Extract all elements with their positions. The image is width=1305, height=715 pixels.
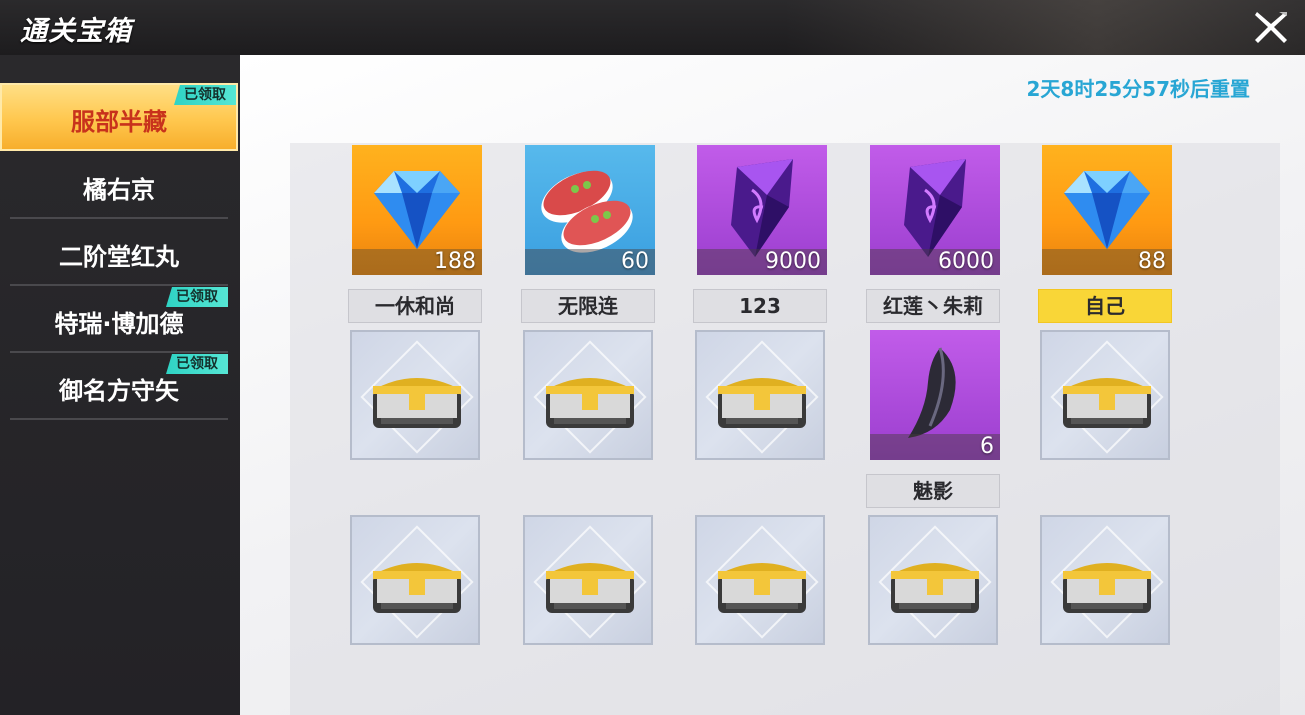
boss-list-sidebar: 服部半藏 已领取 橘右京 二阶堂红丸 特瑞·博加德 已领取 御名方守矢 已领取: [0, 55, 240, 715]
header-decoration: [785, 0, 1305, 55]
treasure-chest[interactable]: [868, 515, 998, 645]
close-button[interactable]: [1251, 8, 1291, 46]
reward-card[interactable]: 188: [352, 145, 482, 275]
chest-icon: [546, 378, 634, 428]
chest-icon: [718, 563, 806, 613]
chest-icon: [546, 563, 634, 613]
treasure-chest[interactable]: [695, 330, 825, 460]
reward-card[interactable]: 6000: [870, 145, 1000, 275]
reward-card[interactable]: 9000: [697, 145, 827, 275]
sidebar-item-label: 橘右京: [83, 176, 155, 204]
reward-quantity: 6000: [938, 249, 994, 274]
treasure-chest[interactable]: [695, 515, 825, 645]
sidebar-item-label: 御名方守矢: [59, 377, 179, 405]
chest-icon: [373, 563, 461, 613]
player-name: 魅影: [866, 474, 1000, 508]
sidebar-item-label: 服部半藏: [71, 108, 167, 136]
reset-timer: 2天8时25分57秒后重置: [1026, 77, 1251, 101]
reward-quantity: 9000: [765, 249, 821, 274]
sidebar-item-genjuro[interactable]: 御名方守矢 已领取: [10, 354, 228, 420]
sidebar-item-tachibana-ukyo[interactable]: 橘右京: [10, 153, 228, 219]
player-name: 红莲丶朱莉: [866, 289, 1000, 323]
claimed-badge: 已领取: [166, 287, 228, 307]
close-x-icon: [1255, 12, 1287, 43]
chest-panel: 2天8时25分57秒后重置 188 60 9000 6000 88 一休和尚 无…: [240, 55, 1305, 715]
reward-quantity: 60: [621, 249, 649, 274]
reward-quantity: 188: [434, 249, 476, 274]
treasure-chest[interactable]: [1040, 515, 1170, 645]
chest-icon: [1063, 563, 1151, 613]
player-name: 一休和尚: [348, 289, 482, 323]
player-name-self: 自己: [1038, 289, 1172, 323]
claimed-badge: 已领取: [166, 354, 228, 374]
sidebar-item-label: 二阶堂红丸: [59, 243, 179, 271]
page-title: 通关宝箱: [20, 16, 132, 47]
treasure-chest[interactable]: [523, 515, 653, 645]
treasure-chest[interactable]: [523, 330, 653, 460]
title-bar: 通关宝箱: [0, 0, 1305, 55]
chest-icon: [718, 378, 806, 428]
sidebar-item-nikaido-benimaru[interactable]: 二阶堂红丸: [10, 220, 228, 286]
sidebar-item-hattori-hanzo[interactable]: 服部半藏 已领取: [0, 83, 238, 151]
reward-card[interactable]: 88: [1042, 145, 1172, 275]
treasure-chest[interactable]: [350, 330, 480, 460]
chest-icon: [373, 378, 461, 428]
player-name: 123: [693, 289, 827, 323]
reward-card[interactable]: 60: [525, 145, 655, 275]
reward-quantity: 88: [1138, 249, 1166, 274]
reward-card[interactable]: 6: [870, 330, 1000, 460]
reward-quantity: 6: [980, 434, 994, 459]
chest-icon: [891, 563, 979, 613]
claimed-badge: 已领取: [174, 85, 236, 105]
sidebar-item-terry-bogard[interactable]: 特瑞·博加德 已领取: [10, 287, 228, 353]
player-name: 无限连: [521, 289, 655, 323]
treasure-chest[interactable]: [1040, 330, 1170, 460]
sidebar-item-label: 特瑞·博加德: [54, 310, 184, 338]
chest-icon: [1063, 378, 1151, 428]
treasure-chest[interactable]: [350, 515, 480, 645]
